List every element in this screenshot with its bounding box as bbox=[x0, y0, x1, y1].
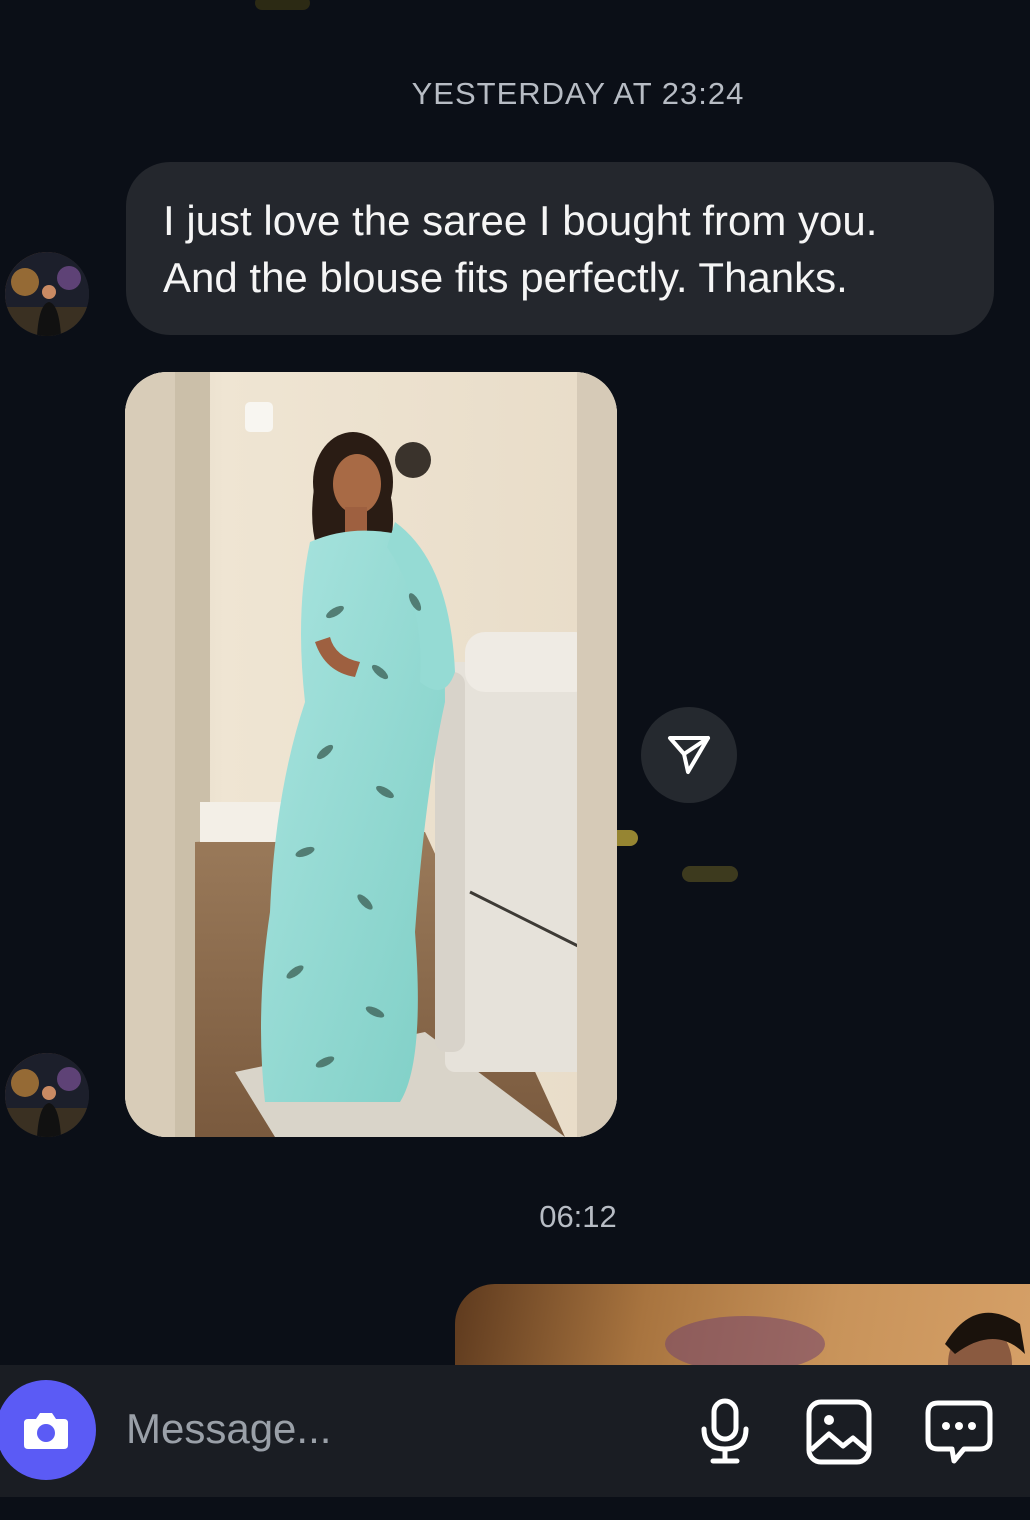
gallery-button[interactable] bbox=[802, 1395, 876, 1469]
sticker-button[interactable] bbox=[922, 1395, 996, 1469]
message-input[interactable]: Message... bbox=[126, 1405, 331, 1453]
microphone-icon bbox=[701, 1398, 749, 1464]
chat-screen: YESTERDAY AT 23:24 I just love the saree… bbox=[0, 0, 1030, 1520]
camera-button[interactable] bbox=[0, 1380, 96, 1480]
received-message-bubble[interactable]: I just love the saree I bought from you.… bbox=[126, 162, 994, 335]
saree-photo-image bbox=[125, 372, 617, 1137]
top-smudge bbox=[255, 0, 310, 10]
sender-avatar[interactable] bbox=[5, 252, 89, 336]
share-button[interactable] bbox=[641, 707, 737, 803]
message-line-2: And the blouse fits perfectly. Thanks. bbox=[163, 254, 848, 301]
camera-icon bbox=[24, 1413, 68, 1449]
received-photo-saree[interactable] bbox=[125, 372, 617, 1137]
yellow-smudge-2 bbox=[682, 866, 738, 882]
timestamp-yesterday: YESTERDAY AT 23:24 bbox=[411, 76, 745, 111]
microphone-button[interactable] bbox=[688, 1395, 762, 1469]
image-gallery-icon bbox=[806, 1399, 872, 1465]
timestamp-today: 06:12 bbox=[539, 1199, 617, 1234]
sender-avatar-2[interactable] bbox=[5, 1053, 89, 1137]
message-line-1: I just love the saree I bought from you. bbox=[163, 197, 878, 244]
chat-bubble-icon bbox=[925, 1400, 993, 1464]
paper-plane-icon bbox=[668, 736, 710, 774]
